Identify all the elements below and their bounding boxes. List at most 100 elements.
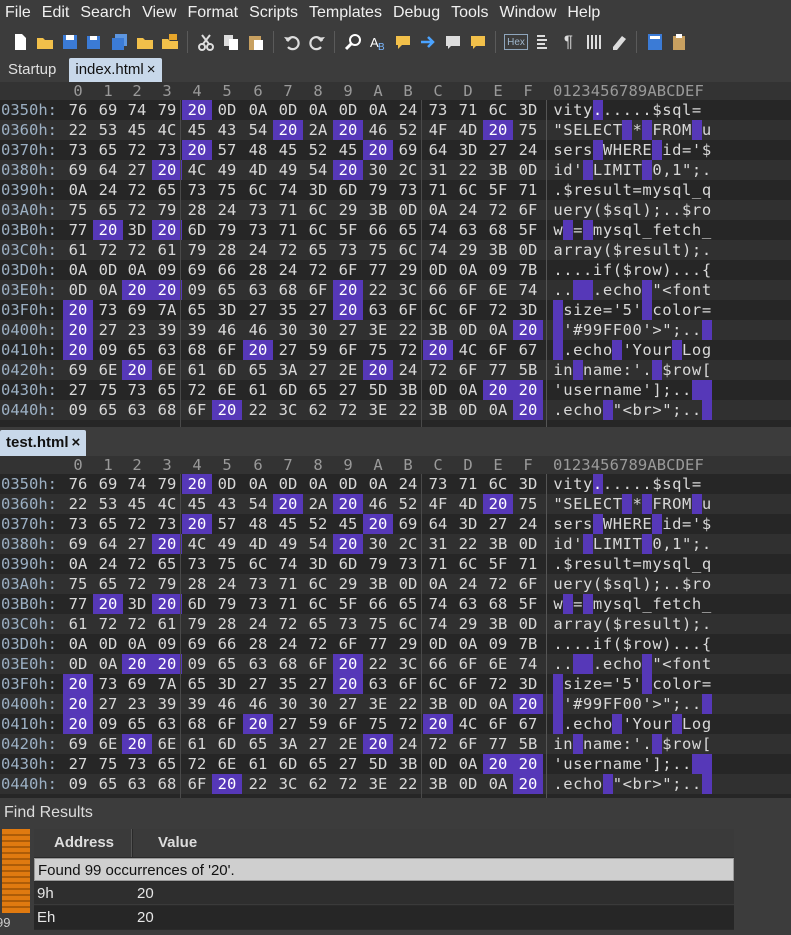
hex-byte[interactable]: 27: [93, 694, 123, 714]
hex-byte[interactable]: 45: [182, 494, 212, 514]
ascii-char[interactable]: 0: [632, 320, 642, 340]
hex-byte[interactable]: 6D: [273, 380, 303, 400]
hex-byte[interactable]: 71: [513, 180, 543, 200]
hex-byte[interactable]: 27: [122, 160, 152, 180]
ascii-char[interactable]: t: [573, 100, 583, 120]
ascii-char[interactable]: q: [672, 474, 682, 494]
ascii-char[interactable]: s: [573, 380, 583, 400]
tab-index-html[interactable]: index.html ×: [69, 58, 162, 82]
ascii-char[interactable]: L: [682, 340, 692, 360]
hex-byte[interactable]: 20: [122, 360, 152, 380]
ascii-char[interactable]: L: [593, 160, 603, 180]
pilcrow-icon[interactable]: ¶: [559, 32, 578, 52]
hex-byte[interactable]: 45: [122, 494, 152, 514]
ascii-char[interactable]: C: [603, 494, 613, 514]
hex-byte[interactable]: 54: [243, 494, 273, 514]
copy-icon[interactable]: [221, 33, 240, 52]
ascii-char[interactable]: o: [593, 774, 603, 794]
ascii-char[interactable]: $: [622, 634, 632, 654]
hex-byte[interactable]: 6E: [483, 654, 513, 674]
ascii-char[interactable]: 9: [593, 320, 603, 340]
ascii-char[interactable]: .: [702, 534, 712, 554]
hex-byte[interactable]: 6E: [93, 360, 123, 380]
ascii-char[interactable]: n: [583, 734, 593, 754]
ascii-char[interactable]: .: [672, 380, 682, 400]
ascii-char[interactable]: o: [682, 280, 692, 300]
ascii-char[interactable]: e: [612, 734, 622, 754]
hex-byte[interactable]: 75: [363, 240, 393, 260]
ascii-char[interactable]: r: [573, 614, 583, 634]
ascii-char[interactable]: L: [583, 120, 593, 140]
ascii-char[interactable]: o: [603, 714, 613, 734]
hex-byte[interactable]: 22: [243, 400, 273, 420]
hex-byte[interactable]: 24: [93, 180, 123, 200]
hex-byte[interactable]: 4F: [423, 494, 453, 514]
hex-byte[interactable]: 6C: [243, 554, 273, 574]
ascii-char[interactable]: .: [672, 754, 682, 774]
ascii-char[interactable]: 5: [622, 300, 632, 320]
hex-byte[interactable]: 72: [483, 674, 513, 694]
hex-byte[interactable]: 30: [273, 694, 303, 714]
ascii-char[interactable]: [691, 380, 702, 400]
hex-byte[interactable]: 3C: [273, 400, 303, 420]
hex-byte[interactable]: 6F: [453, 360, 483, 380]
hex-byte[interactable]: 0A: [122, 260, 152, 280]
ascii-char[interactable]: i: [662, 514, 672, 534]
ascii-char[interactable]: ;: [692, 160, 702, 180]
hex-byte[interactable]: 6F: [393, 674, 423, 694]
hex-row[interactable]: 0370h: 73 s 65 e 72 r 73 s 20 57 W 48 H 45 E 52 R 45 E 20 6…: [0, 140, 791, 160]
hex-byte[interactable]: 5B: [513, 360, 543, 380]
hex-byte[interactable]: 20: [63, 714, 93, 734]
hex-byte[interactable]: 5F: [513, 220, 543, 240]
hex-byte[interactable]: 72: [393, 714, 423, 734]
ascii-char[interactable]: i: [593, 260, 603, 280]
ascii-char[interactable]: m: [622, 754, 632, 774]
hex-byte[interactable]: 0A: [122, 634, 152, 654]
hex-byte[interactable]: 20: [212, 774, 242, 794]
ascii-char[interactable]: ": [662, 400, 672, 420]
ascii-char[interactable]: [702, 474, 712, 494]
hex-byte[interactable]: 09: [93, 340, 123, 360]
hex-byte[interactable]: 39: [152, 320, 182, 340]
hex-byte[interactable]: 3D: [513, 474, 543, 494]
ascii-char[interactable]: E: [622, 514, 632, 534]
ascii-char[interactable]: h: [622, 280, 632, 300]
ascii-char[interactable]: W: [603, 140, 613, 160]
hex-row[interactable]: 0430h: 27 ' 75 u 73 s 65 e 72 r 6E n 61 a 6D m 65 e 27 ' 5D] 3…: [0, 380, 791, 400]
ascii-char[interactable]: d: [672, 514, 682, 534]
ascii-char[interactable]: 0: [652, 534, 662, 554]
ascii-char[interactable]: F: [652, 494, 662, 514]
hex-byte[interactable]: 45: [273, 514, 303, 534]
hex-byte[interactable]: 65: [93, 400, 123, 420]
ascii-char[interactable]: e: [563, 200, 573, 220]
hex-byte[interactable]: 20: [152, 534, 182, 554]
hex-byte[interactable]: 0D: [513, 160, 543, 180]
ascii-char[interactable]: [652, 734, 662, 754]
hex-byte[interactable]: 20: [333, 654, 363, 674]
hex-byte[interactable]: 6E: [93, 734, 123, 754]
ascii-char[interactable]: i: [553, 734, 563, 754]
hex-byte[interactable]: 20: [152, 220, 182, 240]
hex-byte[interactable]: 73: [93, 674, 123, 694]
ascii-char[interactable]: =: [632, 180, 642, 200]
hex-row[interactable]: 03A0h: 75 u 65 e 72 r 79 y 28 (24 $73 s 71 q 6C l 29) 3B; 0…: [0, 200, 791, 220]
hex-byte[interactable]: 76: [63, 474, 93, 494]
ascii-char[interactable]: $: [622, 260, 632, 280]
hex-byte[interactable]: 0D: [453, 320, 483, 340]
ascii-char[interactable]: e: [662, 594, 672, 614]
hex-byte[interactable]: 64: [423, 514, 453, 534]
hex-byte[interactable]: 20: [333, 280, 363, 300]
ascii-char[interactable]: (: [612, 634, 622, 654]
hex-byte[interactable]: 09: [483, 634, 513, 654]
hex-byte[interactable]: 59: [303, 714, 333, 734]
hex-byte[interactable]: 77: [63, 594, 93, 614]
hex-byte[interactable]: 5F: [483, 180, 513, 200]
ascii-char[interactable]: ;: [692, 534, 702, 554]
ascii-char[interactable]: .: [563, 260, 573, 280]
hex-byte[interactable]: 6C: [423, 674, 453, 694]
hex-byte[interactable]: 61: [152, 240, 182, 260]
ascii-char[interactable]: .: [622, 474, 632, 494]
hex-byte[interactable]: 65: [93, 514, 123, 534]
hex-byte[interactable]: 20: [93, 594, 123, 614]
hex-byte[interactable]: 24: [453, 574, 483, 594]
